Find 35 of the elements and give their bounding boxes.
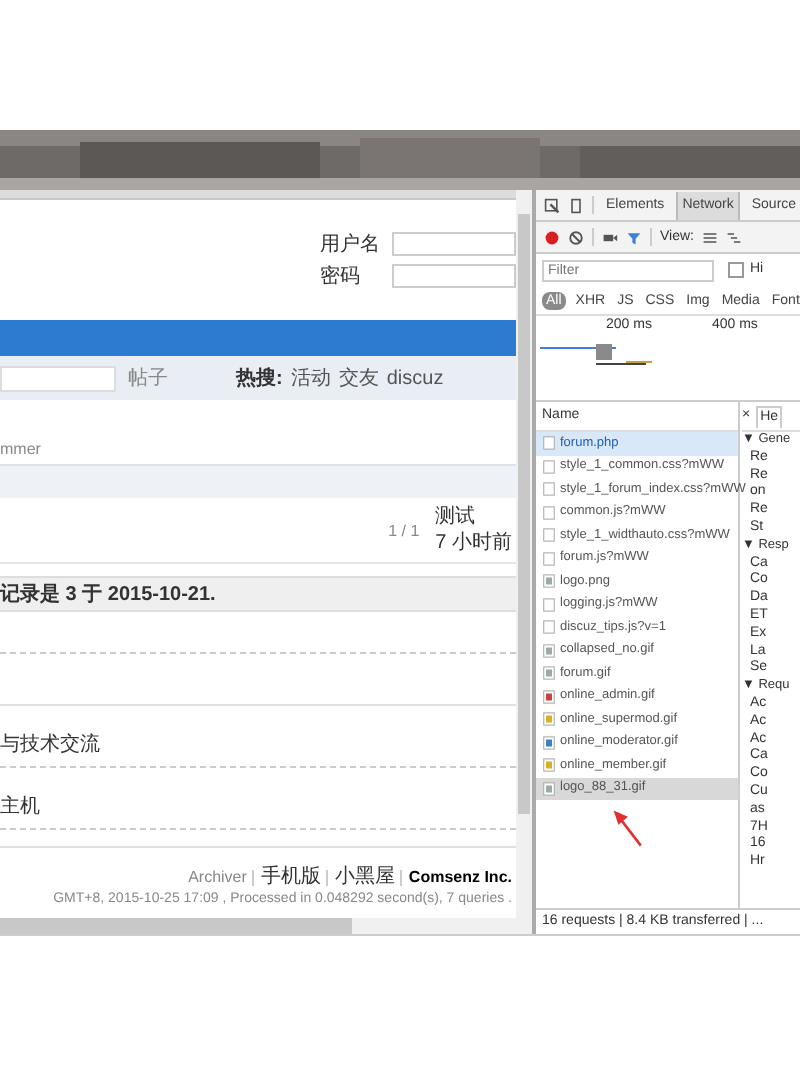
camera-icon[interactable] [602, 229, 618, 245]
footer-link[interactable]: Archiver [188, 866, 247, 888]
timeline-drawing [540, 344, 652, 366]
last-post-time: 7 小时前 [435, 530, 512, 556]
hot-link[interactable]: 活动 [290, 365, 331, 391]
list-icon[interactable] [702, 229, 718, 245]
hide-checkbox[interactable] [728, 262, 744, 278]
record-text: 记录是 3 于 2015-10-21. [0, 581, 216, 607]
username-label: 用户名 [320, 231, 376, 257]
record-icon[interactable] [544, 229, 560, 245]
breadcrumb-text: mmer [0, 438, 41, 460]
search-field[interactable] [0, 365, 116, 391]
company-name: Comsenz Inc. [408, 866, 512, 888]
hot-link[interactable]: 交友 [338, 365, 379, 391]
forum-title[interactable]: 主机 [0, 794, 40, 820]
hot-link[interactable]: discuz [386, 365, 444, 391]
page-count: 1 / 1 [388, 519, 420, 541]
password-field[interactable] [392, 264, 516, 288]
forum-title[interactable]: 与技术交流 [0, 732, 100, 758]
device-icon[interactable] [568, 197, 584, 213]
image-icon [542, 574, 556, 589]
arrow-annotation [612, 808, 644, 848]
password-label: 密码 [320, 263, 362, 289]
footer-link[interactable]: 手机版 [260, 864, 321, 890]
clear-icon[interactable] [568, 229, 584, 245]
image-icon [542, 781, 556, 796]
username-field[interactable] [392, 232, 516, 256]
scrollbar[interactable] [0, 918, 532, 934]
footer-link[interactable]: 小黑屋 [334, 864, 395, 890]
inspect-icon[interactable] [544, 197, 560, 213]
filter-icon[interactable] [626, 229, 642, 245]
hot-label: 热搜: [236, 365, 283, 391]
last-post-author[interactable]: 测试 [435, 504, 512, 530]
waterfall-icon[interactable] [726, 229, 742, 245]
scrollbar[interactable] [516, 190, 532, 918]
